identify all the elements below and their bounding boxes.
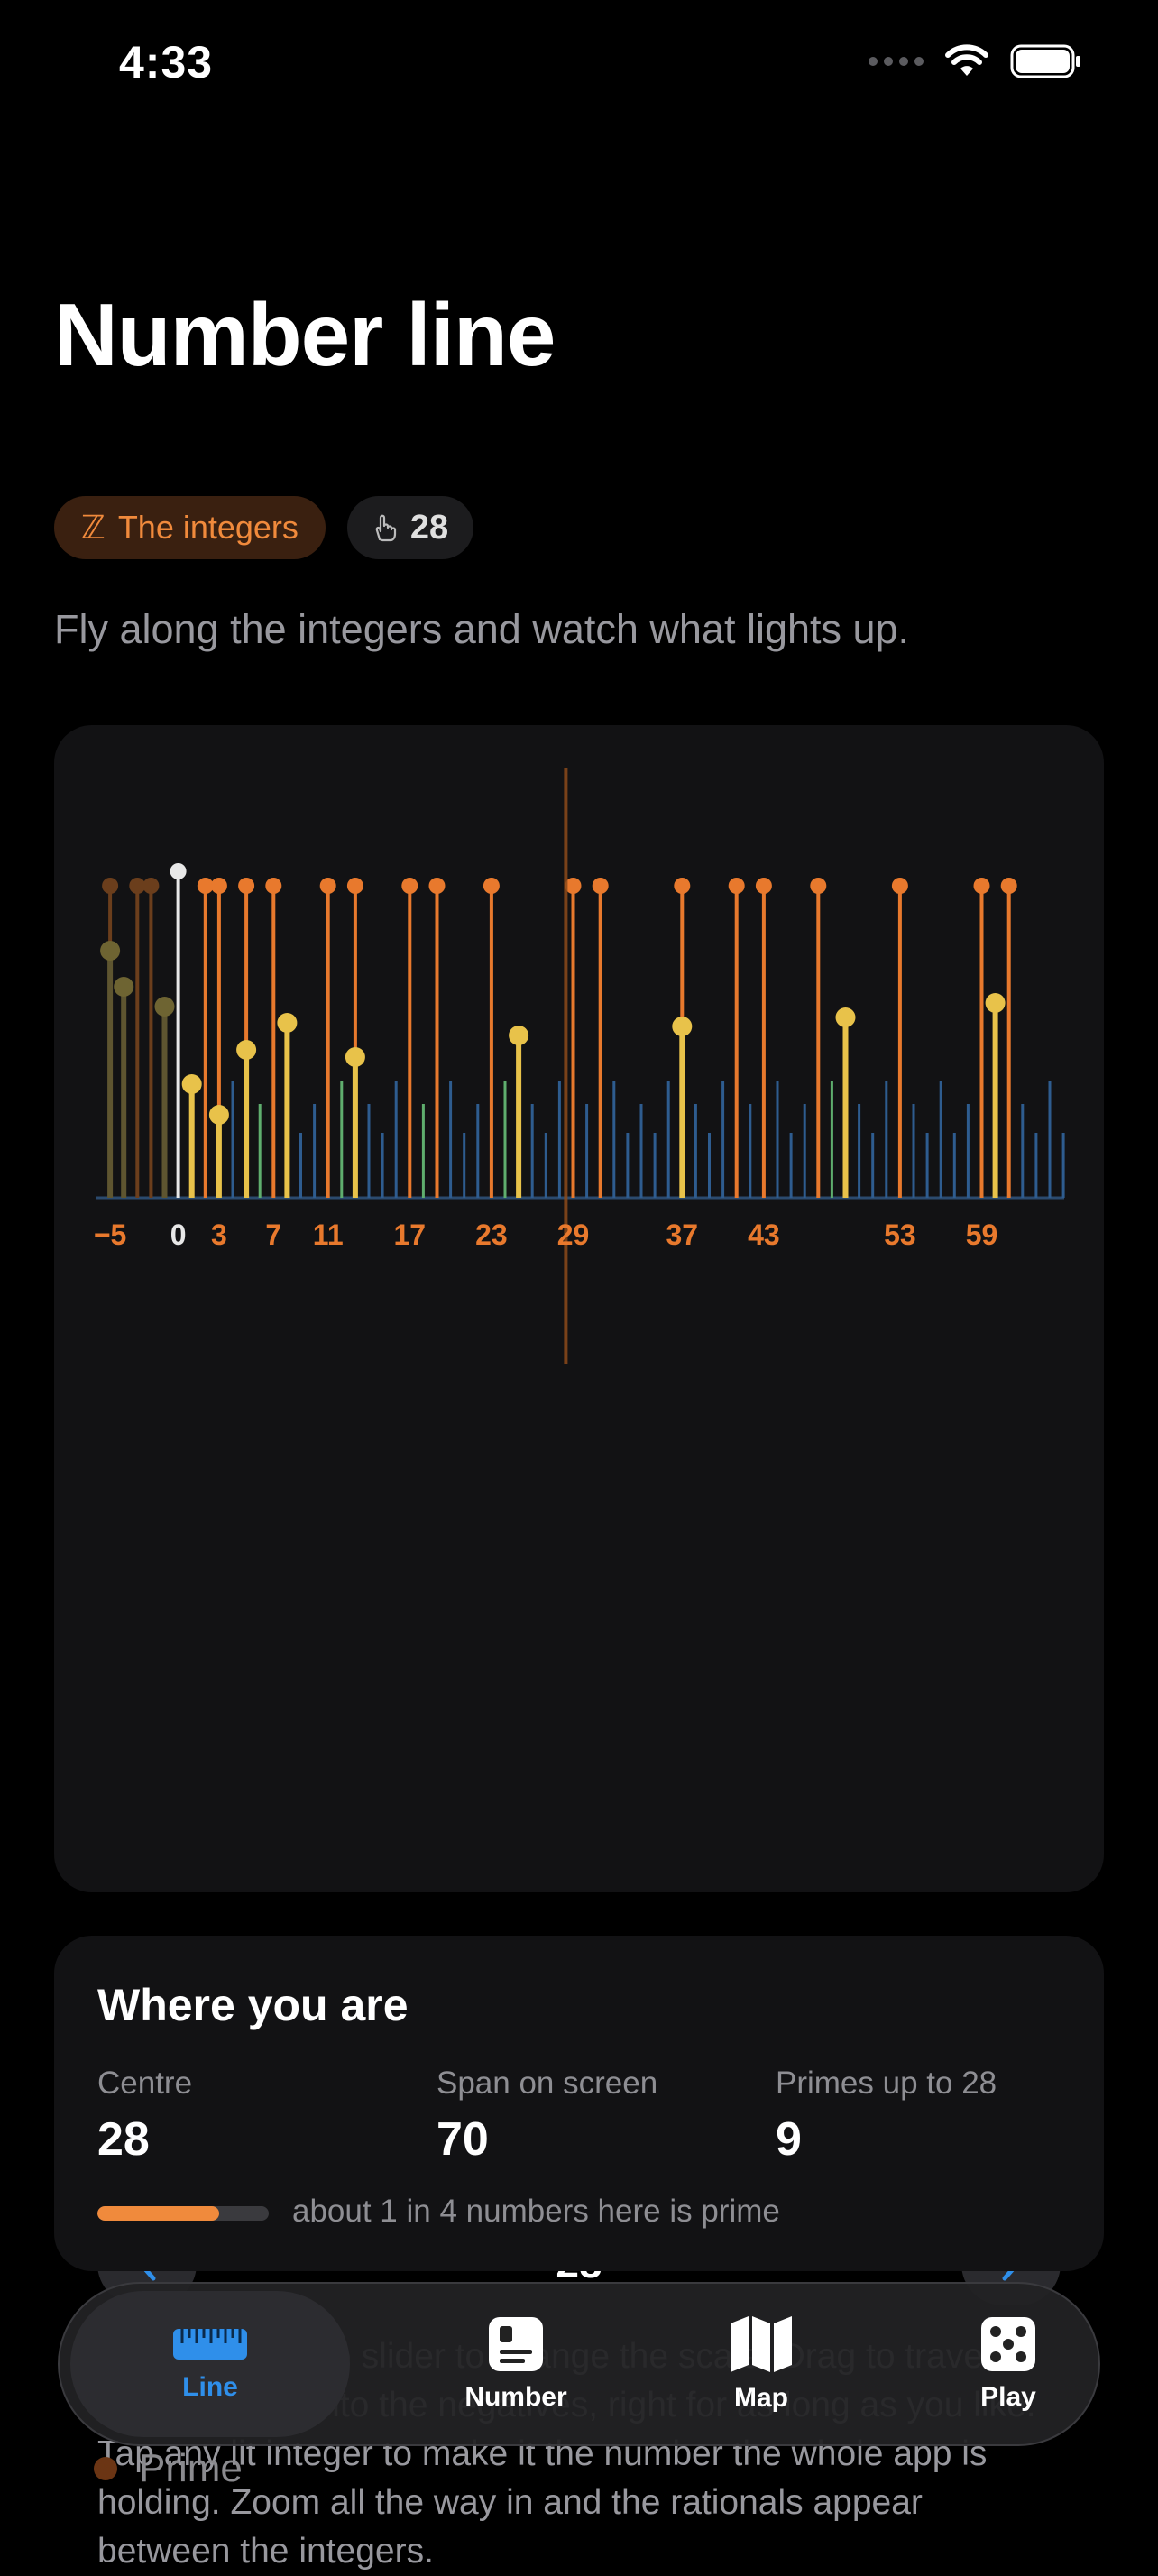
ruler-icon <box>173 2329 247 2360</box>
tick-label-8: 37 <box>666 1219 699 1251</box>
legend-prime-label: Prime <box>139 2446 243 2490</box>
prime-dot-61 <box>1000 878 1017 894</box>
dice-icon <box>981 2317 1035 2371</box>
highlight-dot-1 <box>181 1074 202 1094</box>
integers-chip[interactable]: ℤ The integers <box>54 496 326 559</box>
centre-stat: Centre 28 <box>97 2065 192 2167</box>
tick-label-6: 23 <box>475 1219 508 1251</box>
primes-count-stat: Primes up to 28 9 <box>776 2065 997 2167</box>
highlight-dot-13 <box>345 1047 365 1067</box>
status-icons <box>868 43 1082 79</box>
page-subtitle: Fly along the integers and watch what li… <box>54 606 910 652</box>
prime-dot-7 <box>265 878 282 894</box>
legend-prime: Prime <box>94 2446 243 2491</box>
prime-dot-43 <box>755 878 772 894</box>
tap-hand-icon <box>375 514 397 542</box>
prime-dot-5 <box>238 878 255 894</box>
tick-label-5: 17 <box>394 1219 427 1251</box>
tick-label-3: 7 <box>265 1219 281 1251</box>
where-you-are-title: Where you are <box>97 1980 409 2030</box>
cellular-signal-icon <box>868 57 924 66</box>
prime-dot-11 <box>319 878 336 894</box>
chip-row: ℤ The integers 28 <box>54 496 474 559</box>
tab-line[interactable]: Line <box>70 2291 350 2437</box>
negative-prime-dot--2 <box>142 878 160 894</box>
prime-dot-3 <box>210 878 227 894</box>
highlight-dot-60 <box>985 993 1006 1013</box>
map-icon <box>731 2316 792 2372</box>
centre-value: 28 <box>97 2113 150 2166</box>
held-number-value: 28 <box>409 508 449 547</box>
negative-dot--5 <box>100 941 121 961</box>
tick-label-9: 43 <box>748 1219 780 1251</box>
tab-number-label: Number <box>464 2382 567 2412</box>
span-value: 70 <box>437 2113 489 2166</box>
integers-symbol-icon: ℤ <box>81 509 106 546</box>
tick-label-11: 59 <box>966 1219 998 1251</box>
tick-label-0: −5 <box>94 1219 126 1251</box>
status-bar: 4:33 <box>0 0 1158 126</box>
wifi-icon <box>945 44 988 76</box>
highlight-dot-37 <box>672 1017 693 1036</box>
prime-dot-13 <box>346 878 363 894</box>
tab-line-label: Line <box>182 2372 238 2402</box>
span-stat: Span on screen 70 <box>437 2065 657 2167</box>
tab-bar: Line Number Map Play <box>58 2282 1100 2446</box>
integers-chip-label: The integers <box>117 509 299 546</box>
where-you-are-card: Where you are Centre 28 Span on screen 7… <box>54 1936 1104 2271</box>
prime-density-text: about 1 in 4 numbers here is prime <box>292 2194 780 2229</box>
number-card-icon <box>489 2317 543 2371</box>
prime-dot-31 <box>592 878 609 894</box>
span-label: Span on screen <box>437 2065 658 2101</box>
number-line-card: −50371117232937435359 28 <box>54 725 1104 2571</box>
prime-density-fill <box>97 2206 219 2221</box>
number-line-canvas[interactable]: −5 0 3 7 11 17 23 29 37 43 53 59 <box>54 725 1104 1411</box>
page-title: Number line <box>54 285 556 384</box>
held-number-chip[interactable]: 28 <box>346 496 474 559</box>
highlight-dot-5 <box>236 1040 257 1060</box>
prime-dot-19 <box>428 878 446 894</box>
prime-dot-37 <box>674 878 691 894</box>
highlight-dot-8 <box>277 1013 298 1033</box>
primes-count-value: 9 <box>776 2113 802 2166</box>
prime-dot-23 <box>482 878 500 894</box>
tick-label-1: 0 <box>170 1219 187 1251</box>
prime-dot-41 <box>728 878 745 894</box>
negative-prime-dot--5 <box>102 878 119 894</box>
tick-label-7: 29 <box>557 1219 590 1251</box>
tab-number[interactable]: Number <box>393 2284 639 2444</box>
highlight-dot-25 <box>509 1026 529 1045</box>
tab-play-label: Play <box>980 2382 1036 2412</box>
zero-dot <box>170 863 187 879</box>
centre-label: Centre <box>97 2065 193 2101</box>
primes-count-label: Primes up to 28 <box>776 2065 997 2101</box>
status-time: 4:33 <box>119 37 214 87</box>
highlight-dot-3 <box>208 1105 229 1125</box>
prime-dot-53 <box>891 878 908 894</box>
tab-play[interactable]: Play <box>886 2284 1131 2444</box>
prime-dot-47 <box>810 878 827 894</box>
tick-label-2: 3 <box>211 1219 227 1251</box>
tick-label-10: 53 <box>884 1219 916 1251</box>
negative-dot--1 <box>154 997 175 1017</box>
battery-icon <box>1010 44 1080 78</box>
tab-map[interactable]: Map <box>639 2284 884 2444</box>
prime-dot-17 <box>401 878 418 894</box>
negative-dot--4 <box>114 977 134 997</box>
prime-density-bar <box>97 2206 269 2221</box>
tick-label-4: 11 <box>313 1219 344 1251</box>
tab-map-label: Map <box>734 2383 788 2413</box>
legend-prime-dot <box>94 2457 117 2480</box>
highlight-dot-49 <box>835 1007 856 1027</box>
prime-dot-59 <box>973 878 990 894</box>
